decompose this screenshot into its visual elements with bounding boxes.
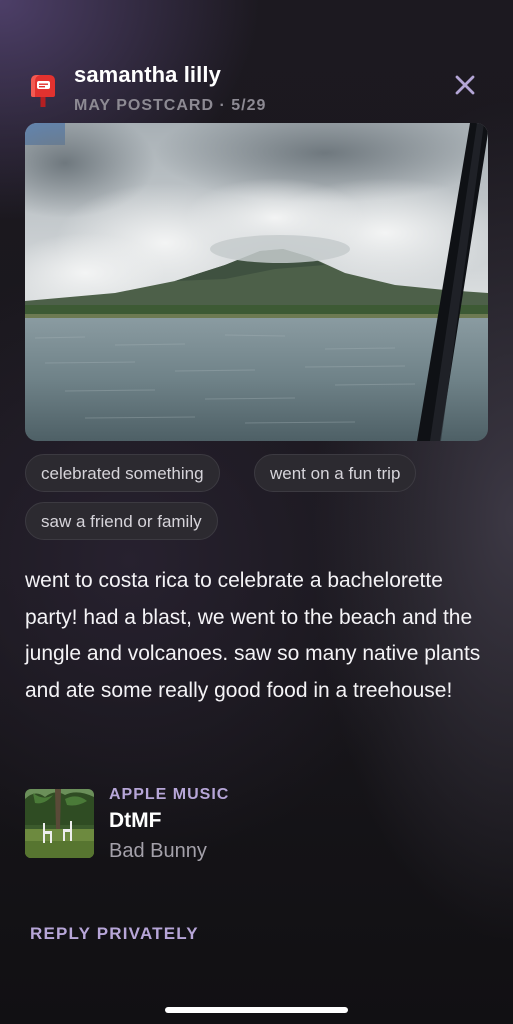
tag-saw-a-friend-or-family: saw a friend or family bbox=[25, 502, 218, 540]
postcard-date: MAY POSTCARD · 5/29 bbox=[74, 97, 267, 114]
sender-name: samantha lilly bbox=[74, 62, 221, 87]
mailbox-icon bbox=[28, 73, 58, 107]
postcard-header: samantha lilly MAY POSTCARD · 5/29 bbox=[0, 56, 513, 126]
music-service-label: APPLE MUSIC bbox=[109, 786, 230, 803]
postcard-message: went to costa rica to celebrate a bachel… bbox=[25, 569, 481, 702]
tag-went-on-a-fun-trip: went on a fun trip bbox=[254, 454, 417, 492]
song-artist: Bad Bunny bbox=[109, 840, 207, 862]
reply-privately-button[interactable]: REPLY PRIVATELY bbox=[30, 924, 199, 944]
music-attachment[interactable]: APPLE MUSIC DtMF Bad Bunny bbox=[25, 786, 485, 862]
postcard-photo bbox=[25, 123, 488, 441]
close-icon bbox=[451, 75, 479, 103]
home-indicator[interactable] bbox=[165, 1007, 348, 1013]
tag-celebrated-something: celebrated something bbox=[25, 454, 220, 492]
song-title: DtMF bbox=[109, 809, 162, 832]
album-art bbox=[25, 789, 94, 858]
close-button[interactable] bbox=[451, 71, 479, 99]
